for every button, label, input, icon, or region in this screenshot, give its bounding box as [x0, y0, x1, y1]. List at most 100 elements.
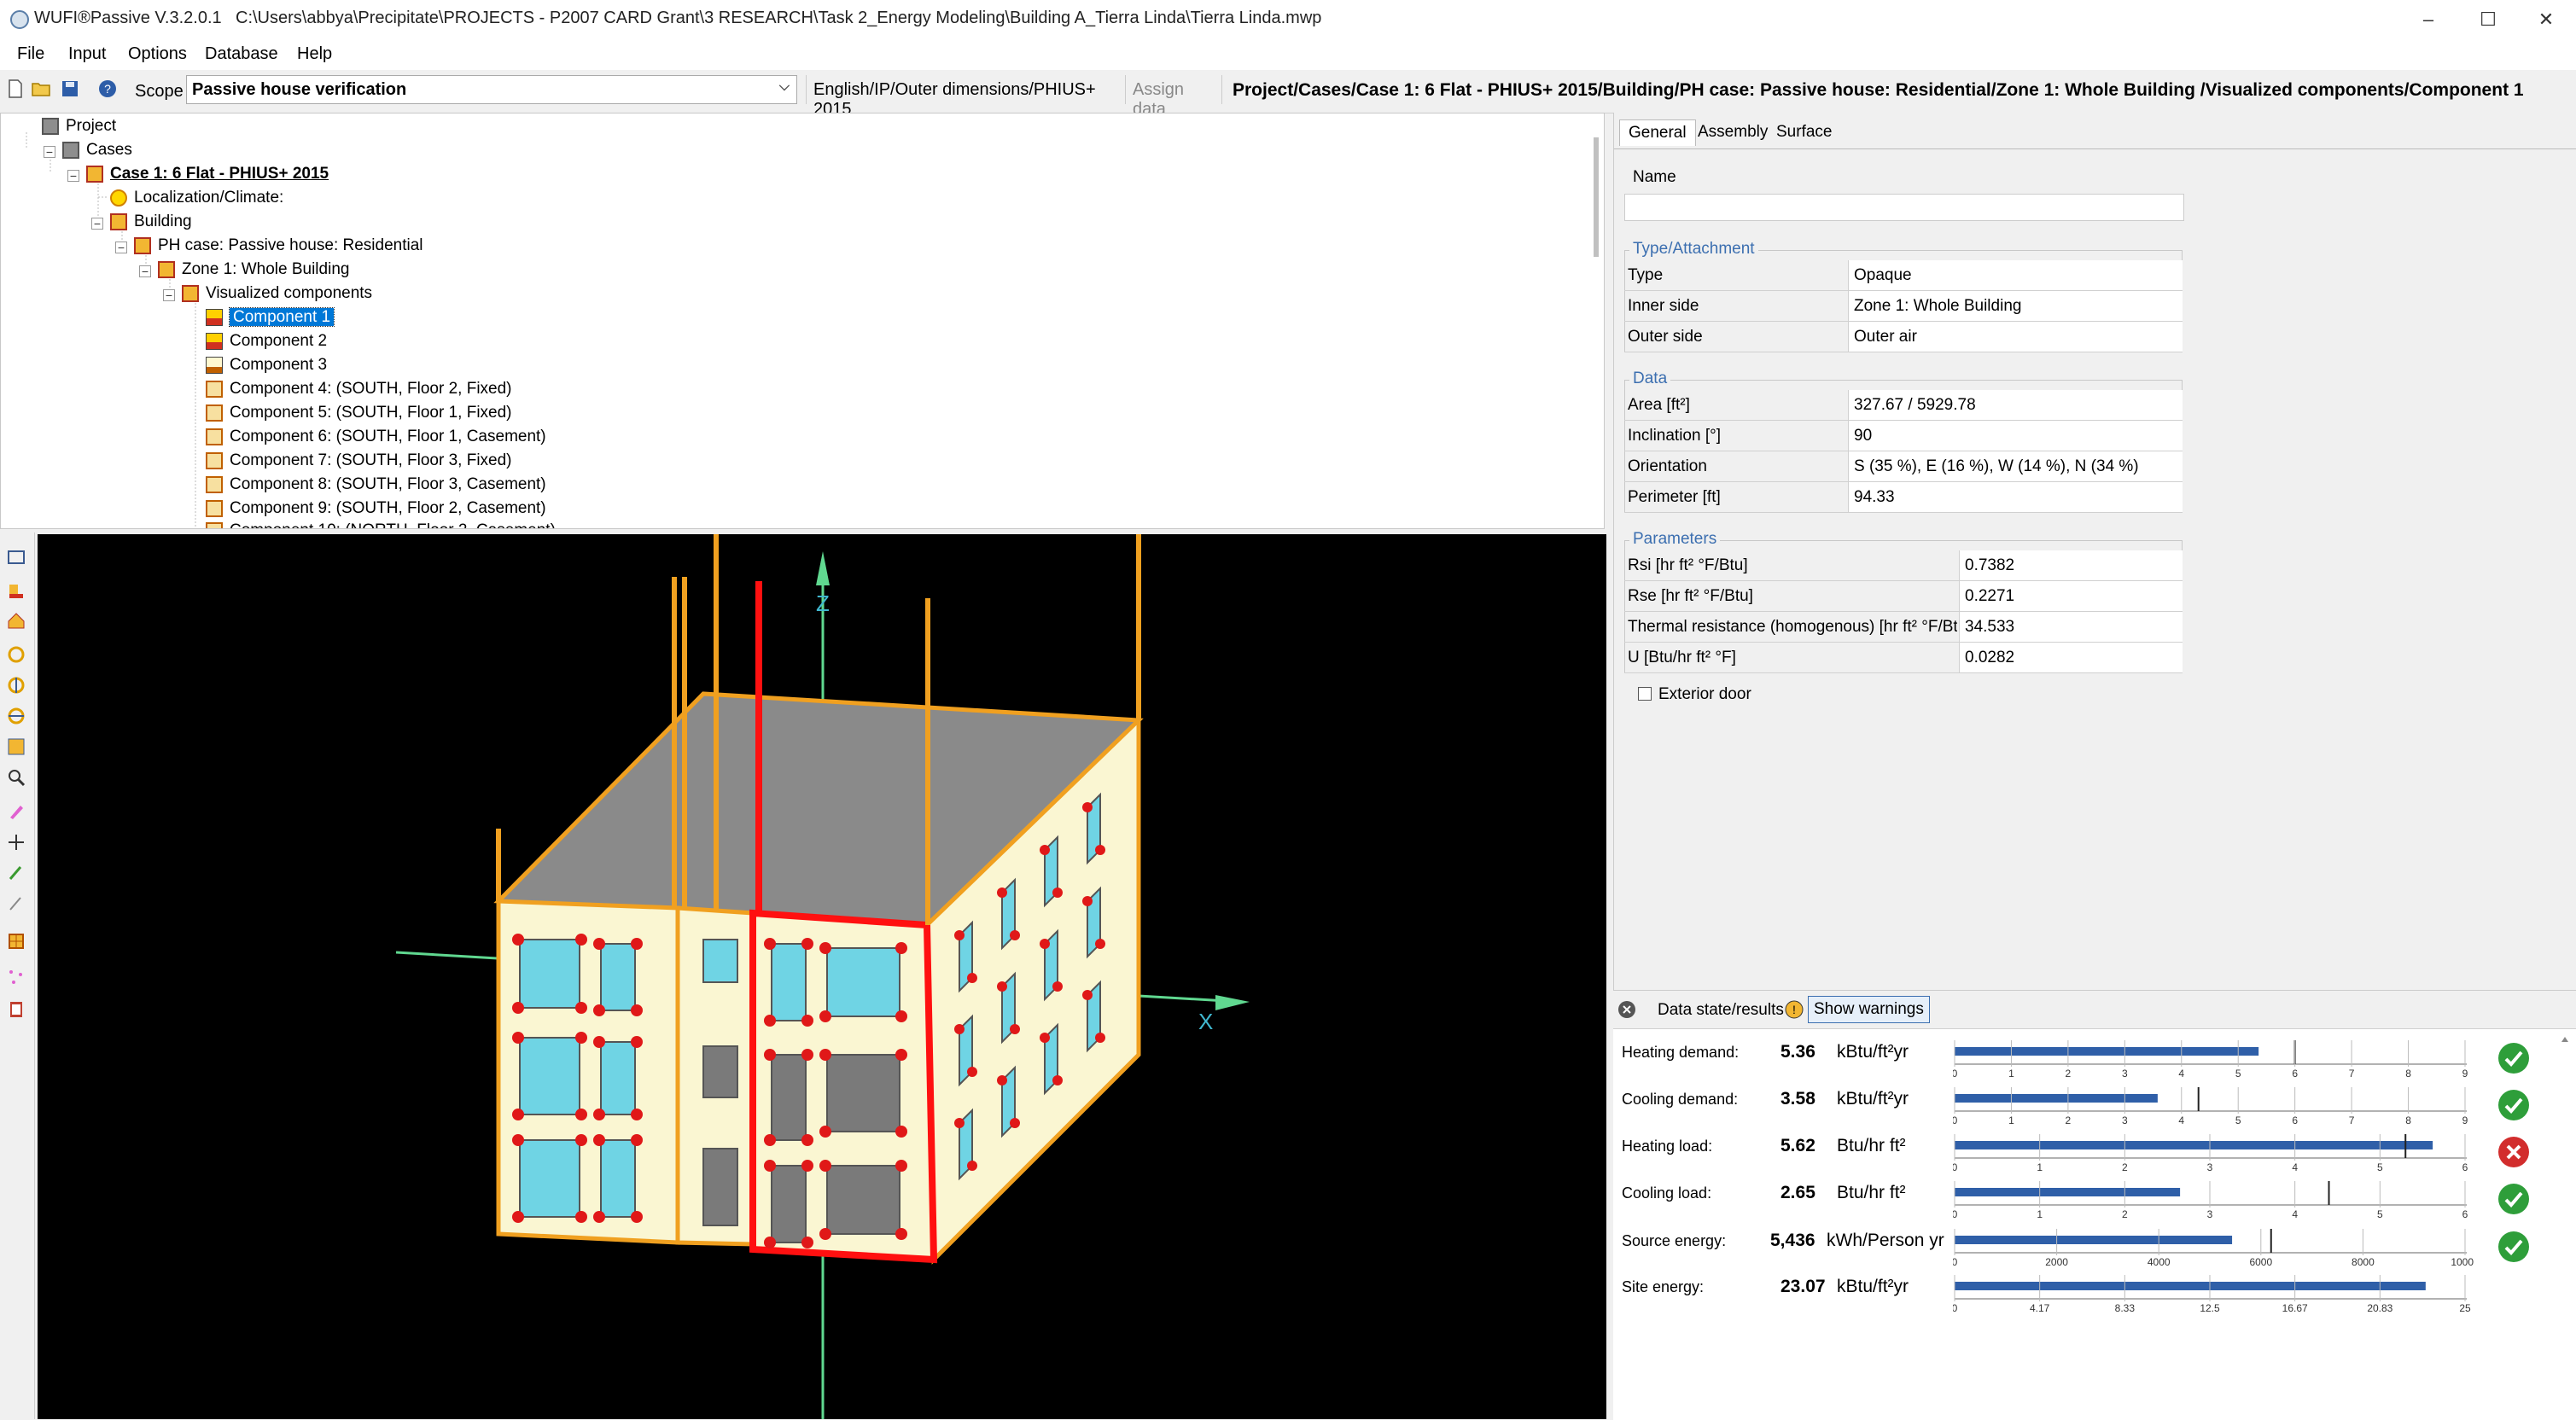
assign-data-button[interactable]: Assign data — [1125, 75, 1222, 119]
window-icon — [206, 404, 223, 422]
rotate-x-icon[interactable] — [7, 645, 26, 664]
tick-label: 0 — [1953, 1256, 1958, 1266]
name-field[interactable] — [1624, 194, 2184, 221]
menu-file[interactable]: File — [17, 44, 44, 64]
tree-item-project[interactable]: Project — [42, 115, 116, 137]
tree-item-component[interactable]: Component 1 — [206, 306, 335, 329]
units-button[interactable]: English/IP/Outer dimensions/PHIUS+ 2015 — [806, 75, 1122, 119]
tick-label: 9 — [2462, 1114, 2468, 1125]
project-tree: Project − Cases − Case 1: 6 Flat - PHIUS… — [0, 113, 1605, 529]
rotate-y-icon[interactable] — [7, 676, 26, 695]
line-tool-icon[interactable] — [7, 894, 26, 913]
folder-icon — [62, 141, 79, 159]
edit-point-icon[interactable] — [7, 864, 26, 882]
tick-label: 0 — [1953, 1302, 1958, 1312]
menu-database[interactable]: Database — [205, 44, 278, 64]
file-path: C:\Users\abbya\Precipitate\PROJECTS - P2… — [236, 9, 1322, 27]
tree-item-component[interactable]: Component 10: (NORTH, Floor 2, Casement) — [206, 520, 556, 528]
exterior-door-checkbox[interactable] — [1638, 687, 1652, 701]
house-tool-icon[interactable] — [7, 611, 26, 630]
rse-row[interactable]: Rse [hr ft² °F/Btu] 0.2271 — [1624, 581, 2183, 612]
close-panel-icon[interactable] — [1617, 999, 1637, 1020]
report-icon[interactable] — [7, 1000, 26, 1019]
type-group-title: Type/Attachment — [1629, 240, 1758, 259]
tick-label: 1 — [2008, 1114, 2014, 1125]
tick-label: 4 — [2178, 1068, 2184, 1078]
pencil-icon[interactable] — [7, 802, 26, 821]
status-fail-icon — [2498, 1137, 2529, 1167]
show-warnings-button[interactable]: Show warnings — [1808, 996, 1930, 1023]
results-header: Data state/results ! Show warnings — [1613, 991, 2576, 1029]
tab-general[interactable]: General — [1619, 119, 1696, 146]
view-frame-icon[interactable] — [7, 548, 26, 567]
help-icon[interactable]: ? — [97, 79, 118, 99]
inner-side-row[interactable]: Inner side Zone 1: Whole Building — [1624, 291, 2183, 322]
tick-label: 4 — [2292, 1161, 2298, 1172]
tree-item-component[interactable]: Component 9: (SOUTH, Floor 2, Casement) — [206, 498, 546, 520]
result-bar — [1955, 1282, 2426, 1290]
tick-label: 0 — [1953, 1068, 1958, 1078]
3d-viewport[interactable]: Z X — [38, 534, 1606, 1419]
window-icon — [206, 451, 223, 469]
type-row[interactable]: Type Opaque — [1624, 260, 2183, 291]
x-axis-label: X — [1198, 1009, 1213, 1034]
tab-surface[interactable]: Surface — [1768, 119, 1840, 145]
new-file-icon[interactable] — [5, 79, 26, 99]
open-folder-icon[interactable] — [31, 79, 51, 99]
tree-item-zone[interactable]: Zone 1: Whole Building — [158, 259, 349, 281]
tick-label: 4 — [2178, 1114, 2184, 1125]
tree-item-visualized[interactable]: Visualized components — [182, 282, 372, 305]
tree-item-building[interactable]: Building — [110, 211, 192, 233]
window-tool-icon[interactable] — [7, 932, 26, 951]
tick-label: 3 — [2207, 1161, 2213, 1172]
tree-item-component[interactable]: Component 5: (SOUTH, Floor 1, Fixed) — [206, 402, 512, 424]
status-ok-icon — [2498, 1043, 2529, 1074]
rsi-row[interactable]: Rsi [hr ft² °F/Btu] 0.7382 — [1624, 550, 2183, 581]
save-icon[interactable] — [60, 79, 80, 99]
scope-select[interactable]: Passive house verification ⌵ — [186, 75, 797, 104]
tree-item-component[interactable]: Component 7: (SOUTH, Floor 3, Fixed) — [206, 450, 512, 472]
results-scrollbar[interactable] — [2559, 1033, 2571, 1409]
tick-label: 4.17 — [2030, 1302, 2050, 1312]
collapse-icon[interactable]: − — [67, 170, 79, 182]
menu-help[interactable]: Help — [297, 44, 332, 64]
menu-input[interactable]: Input — [68, 44, 106, 64]
tree-item-ph-case[interactable]: PH case: Passive house: Residential — [134, 235, 423, 257]
results-panel: Data state/results ! Show warnings Heati… — [1613, 990, 2576, 1420]
thermal-resistance-row[interactable]: Thermal resistance (homogenous) [hr ft² … — [1624, 612, 2183, 643]
collapse-icon[interactable]: − — [139, 265, 151, 277]
tree-scrollbar[interactable] — [1594, 137, 1599, 257]
components-icon — [182, 284, 199, 302]
tree-item-component[interactable]: Component 6: (SOUTH, Floor 1, Casement) — [206, 426, 546, 448]
points-icon[interactable] — [7, 968, 26, 986]
zoom-icon[interactable] — [7, 768, 26, 787]
move-icon[interactable] — [7, 833, 26, 852]
scope-value: Passive house verification — [192, 80, 407, 99]
tree-item-cases[interactable]: Cases — [62, 139, 132, 161]
tree-item-component[interactable]: Component 4: (SOUTH, Floor 2, Fixed) — [206, 378, 512, 400]
tree-item-component[interactable]: Component 3 — [206, 354, 327, 376]
collapse-icon[interactable]: − — [163, 289, 175, 301]
tree-item-case1[interactable]: Case 1: 6 Flat - PHIUS+ 2015 — [86, 163, 329, 185]
menu-options[interactable]: Options — [128, 44, 187, 64]
collapse-icon[interactable]: − — [44, 146, 55, 158]
tree-item-component[interactable]: Component 2 — [206, 330, 327, 352]
tree-item-component[interactable]: Component 8: (SOUTH, Floor 3, Casement) — [206, 474, 546, 496]
wall-tool-icon[interactable] — [7, 582, 26, 601]
tab-assembly[interactable]: Assembly — [1689, 119, 1776, 145]
rotate-z-icon[interactable] — [7, 707, 26, 725]
outer-side-row[interactable]: Outer side Outer air — [1624, 322, 2183, 352]
fit-view-icon[interactable] — [7, 737, 26, 756]
result-row-cooling-load: Cooling load: 2.65 Btu/hr ft² 0123456 — [1613, 1176, 2576, 1222]
tick-label: 6 — [2292, 1114, 2298, 1125]
x-axis-arrow — [1215, 995, 1250, 1010]
tick-label: 16.67 — [2282, 1302, 2308, 1312]
collapse-icon[interactable]: − — [91, 218, 103, 230]
tree-item-localization[interactable]: Localization/Climate: — [110, 187, 283, 209]
close-button[interactable]: ✕ — [2516, 5, 2576, 34]
minimize-button[interactable]: – — [2398, 5, 2458, 34]
tick-label: 5 — [2235, 1068, 2241, 1078]
svg-text:!: ! — [1792, 1003, 1796, 1016]
collapse-icon[interactable]: − — [115, 242, 127, 253]
maximize-button[interactable]: ☐ — [2458, 5, 2518, 34]
